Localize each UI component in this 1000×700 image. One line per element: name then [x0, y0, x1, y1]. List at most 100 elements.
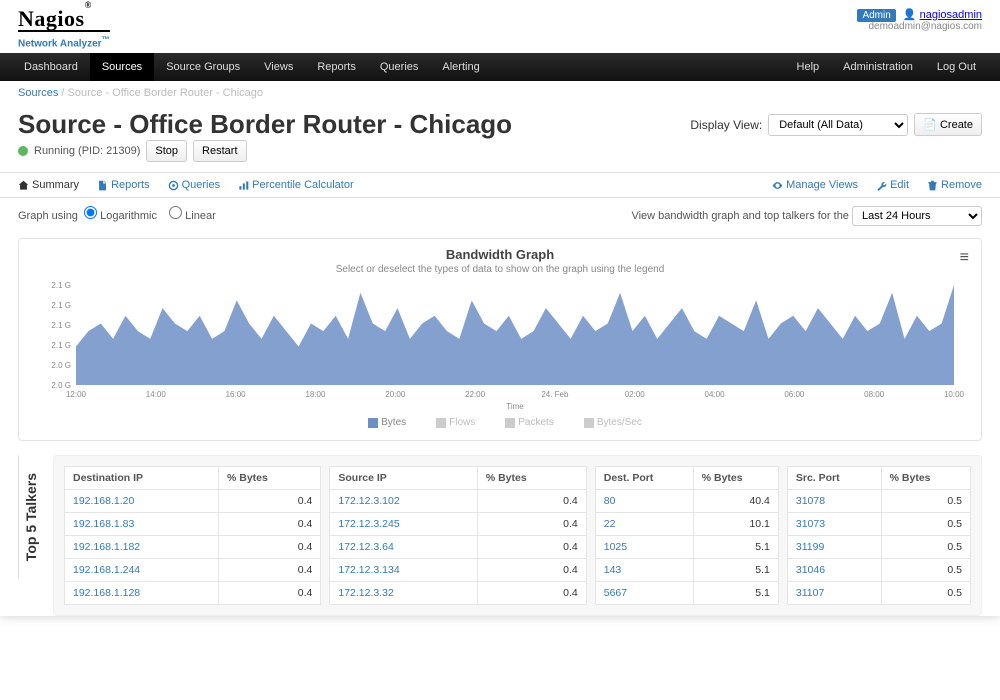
talkers-table-3: Src. Port% Bytes310780.5310730.5311990.5… [787, 466, 971, 605]
talker-link[interactable]: 172.12.3.102 [338, 495, 399, 507]
tab-percentile-calculator[interactable]: Percentile Calculator [238, 179, 354, 191]
table-row: 172.12.3.32 0.4 [330, 582, 586, 605]
talker-link[interactable]: 192.168.1.244 [73, 564, 140, 576]
col-header: % Bytes [477, 467, 586, 490]
table-row: 192.168.1.830.4 [65, 513, 321, 536]
scale-log-radio[interactable]: Logarithmic [84, 210, 157, 222]
svg-text:08:00: 08:00 [864, 390, 885, 399]
breadcrumb-root[interactable]: Sources [18, 87, 58, 99]
talkers-table-2: Dest. Port% Bytes8040.42210.110255.11435… [595, 466, 779, 605]
action-edit[interactable]: Edit [876, 179, 909, 191]
talker-value: 40.4 [693, 490, 778, 513]
legend-flows[interactable]: Flows [426, 417, 475, 428]
talker-value: 0.4 [218, 582, 320, 605]
restart-button[interactable]: Restart [193, 140, 246, 162]
talker-link[interactable]: 31107 [796, 587, 824, 599]
action-remove[interactable]: Remove [927, 179, 982, 191]
talker-value: 0.4 [477, 536, 586, 559]
nav-help[interactable]: Help [785, 53, 832, 81]
talker-link[interactable]: 192.168.1.83 [73, 518, 134, 530]
svg-text:24. Feb: 24. Feb [541, 390, 569, 399]
talker-link[interactable]: 192.168.1.20 [73, 495, 134, 507]
legend-bytes-sec[interactable]: Bytes/Sec [574, 417, 642, 428]
talker-link[interactable]: 1025 [604, 541, 627, 553]
svg-text:20:00: 20:00 [385, 390, 406, 399]
talker-link[interactable]: 172.12.3.64 [338, 541, 393, 553]
table-row: 172.12.3.1020.4 [330, 490, 586, 513]
talker-value: 0.4 [477, 513, 586, 536]
display-view-select[interactable]: Default (All Data) [768, 114, 908, 136]
main-nav: DashboardSourcesSource GroupsViewsReport… [0, 53, 1000, 81]
action-manage-views[interactable]: Manage Views [772, 179, 858, 191]
talker-value: 0.5 [881, 559, 970, 582]
nav-dashboard[interactable]: Dashboard [12, 53, 90, 81]
col-header: Dest. Port [595, 467, 693, 490]
nav-administration[interactable]: Administration [831, 53, 925, 81]
talker-link[interactable]: 31046 [796, 564, 825, 576]
nav-source-groups[interactable]: Source Groups [154, 53, 252, 81]
col-header: Source IP [330, 467, 477, 490]
table-row: 1435.1 [595, 559, 778, 582]
talker-link[interactable]: 31073 [796, 518, 825, 530]
username-link[interactable]: nagiosadmin [920, 9, 982, 21]
tab-reports[interactable]: Reports [97, 179, 150, 191]
talker-value: 0.5 [881, 513, 970, 536]
svg-text:2.0 G: 2.0 G [51, 381, 71, 390]
talker-link[interactable]: 22 [604, 518, 616, 530]
scale-linear-radio[interactable]: Linear [169, 210, 216, 222]
talker-link[interactable]: 31078 [796, 495, 825, 507]
chart-menu-icon[interactable]: ≡ [960, 249, 969, 267]
talker-value: 0.4 [477, 559, 586, 582]
svg-text:2.1 G: 2.1 G [51, 341, 71, 350]
nav-log-out[interactable]: Log Out [925, 53, 988, 81]
nav-sources[interactable]: Sources [90, 53, 154, 81]
legend-packets[interactable]: Packets [495, 417, 554, 428]
talker-link[interactable]: 143 [604, 564, 622, 576]
table-row: 172.12.3.134 0.4 [330, 559, 586, 582]
talker-link[interactable]: 31199 [796, 541, 824, 553]
graph-using-label: Graph using [18, 210, 78, 222]
table-row: 311070.5 [787, 582, 970, 605]
breadcrumb: Sources / Source - Office Border Router … [0, 81, 1000, 105]
talker-link[interactable]: 172.12.3.245 [338, 518, 399, 530]
svg-text:Time: Time [506, 402, 524, 411]
talker-value: 0.5 [881, 490, 970, 513]
talker-link[interactable]: 80 [604, 495, 616, 507]
svg-text:2.1 G: 2.1 G [51, 301, 71, 310]
talker-link[interactable]: 5667 [604, 587, 627, 599]
page-title: Source - Office Border Router - Chicago [18, 109, 512, 140]
svg-text:06:00: 06:00 [784, 390, 805, 399]
nav-alerting[interactable]: Alerting [430, 53, 491, 81]
svg-text:16:00: 16:00 [226, 390, 247, 399]
svg-text:2.0 G: 2.0 G [51, 361, 71, 370]
talker-link[interactable]: 172.12.3.134 [338, 564, 399, 576]
create-button[interactable]: 📄 Create [914, 113, 982, 136]
time-range-select[interactable]: Last 24 Hours [852, 206, 982, 226]
user-block: Admin 👤 nagiosadmin demoadmin@nagios.com [857, 8, 982, 32]
talkers-table-0: Destination IP% Bytes192.168.1.200.4192.… [64, 466, 321, 605]
tab-summary[interactable]: Summary [18, 179, 79, 191]
talker-link[interactable]: 172.12.3.32 [338, 587, 393, 599]
table-row: 192.168.1.244 0.4 [65, 559, 321, 582]
svg-text:2.1 G: 2.1 G [51, 321, 71, 330]
table-row: 311990.5 [787, 536, 970, 559]
talker-value: 10.1 [693, 513, 778, 536]
talker-value: 5.1 [693, 582, 778, 605]
stop-button[interactable]: Stop [146, 140, 187, 162]
tab-queries[interactable]: Queries [168, 179, 221, 191]
nav-reports[interactable]: Reports [305, 53, 368, 81]
nav-queries[interactable]: Queries [368, 53, 431, 81]
col-header: % Bytes [218, 467, 320, 490]
svg-text:04:00: 04:00 [705, 390, 726, 399]
table-row: 22 10.1 [595, 513, 778, 536]
svg-text:22:00: 22:00 [465, 390, 486, 399]
talker-value: 0.4 [218, 536, 320, 559]
table-row: 10255.1 [595, 536, 778, 559]
talker-link[interactable]: 192.168.1.182 [73, 541, 140, 553]
legend-bytes[interactable]: Bytes [358, 417, 406, 428]
talker-value: 0.4 [477, 582, 586, 605]
talker-value: 0.4 [218, 559, 320, 582]
table-row: 172.12.3.245 0.4 [330, 513, 586, 536]
talker-link[interactable]: 192.168.1.128 [73, 587, 140, 599]
nav-views[interactable]: Views [252, 53, 305, 81]
